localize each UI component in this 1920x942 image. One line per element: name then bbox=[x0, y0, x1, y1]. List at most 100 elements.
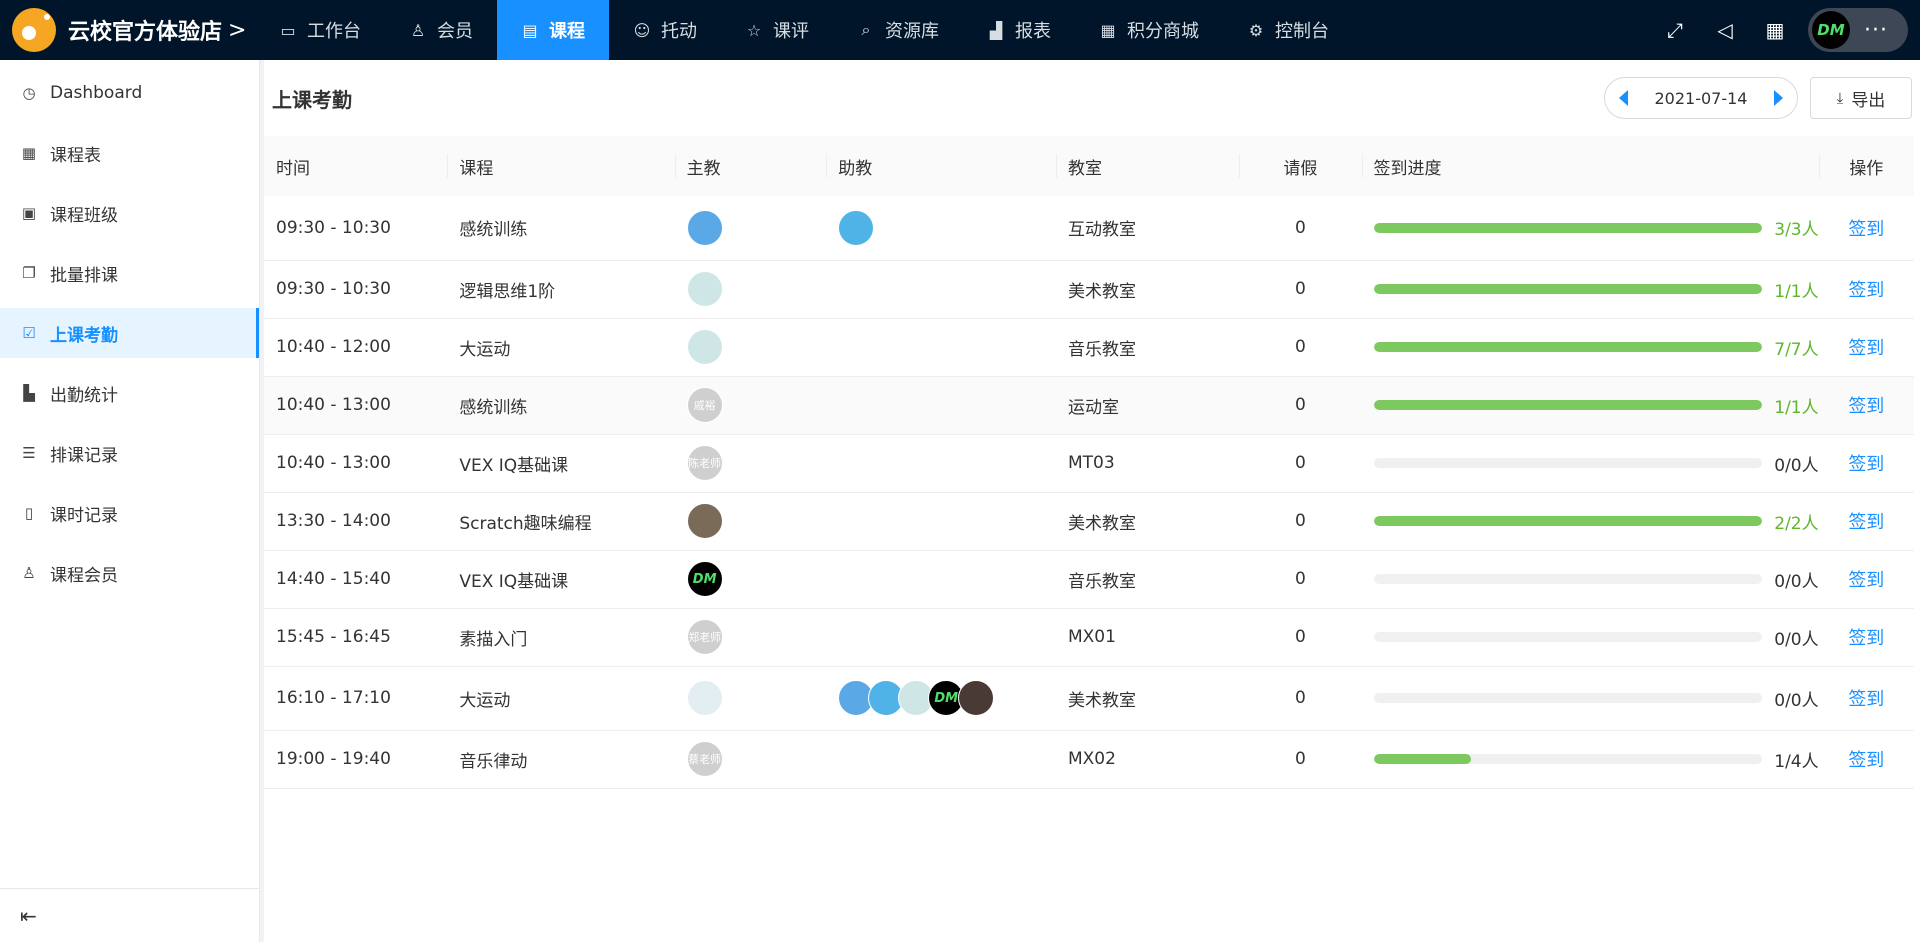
cell-room: MX02 bbox=[1055, 730, 1240, 789]
sidebar-item[interactable]: ▯ 课时记录 bbox=[0, 488, 259, 538]
cell-leave: 0 bbox=[1239, 730, 1362, 789]
user-menu[interactable]: DM ··· bbox=[1808, 8, 1908, 52]
avatar: 陈老师 bbox=[686, 445, 723, 481]
cell-teacher: DM bbox=[674, 550, 827, 609]
checkin-progress: 1/1人 bbox=[1373, 393, 1819, 418]
bar-chart-icon: ▙ bbox=[23, 384, 35, 402]
checkin-progress: 2/2人 bbox=[1373, 509, 1819, 534]
nav-item[interactable]: ▟ 报表 bbox=[963, 0, 1075, 60]
progress-text: 2/2人 bbox=[1774, 513, 1819, 534]
nav-item-label: 报表 bbox=[1015, 21, 1051, 42]
checkin-link[interactable]: 签到 bbox=[1848, 689, 1884, 710]
checkin-link[interactable]: 签到 bbox=[1848, 454, 1884, 475]
sidebar-item[interactable]: ☰ 排课记录 bbox=[0, 428, 259, 478]
checkin-link[interactable]: 签到 bbox=[1848, 512, 1884, 533]
fullscreen-icon[interactable]: ⤢ bbox=[1650, 18, 1700, 42]
cell-op: 签到 bbox=[1818, 550, 1914, 609]
sidebar-item[interactable]: ▦ 课程表 bbox=[0, 128, 259, 178]
sidebar-item[interactable]: ◷ Dashboard bbox=[0, 68, 259, 118]
cell-time: 19:00 - 19:40 bbox=[264, 730, 448, 789]
cell-time: 09:30 - 10:30 bbox=[264, 260, 448, 319]
nav-item[interactable]: ♙ 会员 bbox=[385, 0, 497, 60]
avatar bbox=[686, 680, 723, 716]
date-value[interactable]: 2021-07-14 bbox=[1655, 89, 1748, 108]
nav-item[interactable]: ▦ 积分商城 bbox=[1075, 0, 1223, 60]
checkin-link[interactable]: 签到 bbox=[1848, 628, 1884, 649]
nav-item[interactable]: ▤ 课程 bbox=[497, 0, 609, 60]
qrcode-icon[interactable]: ▦ bbox=[1750, 18, 1800, 42]
cell-teacher: 陈老师 bbox=[674, 434, 827, 493]
nav-item-label: 资源库 bbox=[885, 21, 939, 42]
checkin-progress: 0/0人 bbox=[1373, 567, 1819, 592]
progress-text: 1/1人 bbox=[1774, 397, 1819, 418]
cell-progress: 0/0人 bbox=[1361, 666, 1819, 731]
nav-item[interactable]: ☆ 课评 bbox=[721, 0, 833, 60]
cell-room: 美术教室 bbox=[1055, 260, 1240, 319]
sidebar-item[interactable]: ▣ 课程班级 bbox=[0, 188, 259, 238]
cell-room: 互动教室 bbox=[1055, 196, 1240, 261]
nav-item[interactable]: ▭ 工作台 bbox=[255, 0, 385, 60]
cell-teacher bbox=[674, 318, 827, 377]
avatar bbox=[686, 271, 723, 307]
cell-op: 签到 bbox=[1818, 434, 1914, 493]
cell-assistants bbox=[826, 376, 1056, 435]
prev-day-icon[interactable] bbox=[1619, 90, 1628, 106]
cell-leave: 0 bbox=[1239, 434, 1362, 493]
attendance-table: 时间 课程 主教 助教 教室 请假 签到进度 操作 09:30 - 10:30 感统训练 互动教室… bbox=[264, 136, 1914, 789]
cell-time: 10:40 - 13:00 bbox=[264, 434, 448, 493]
column-header: 时间 bbox=[276, 158, 310, 179]
progress-fill bbox=[1373, 342, 1763, 352]
checkin-progress: 0/0人 bbox=[1373, 625, 1819, 650]
checkin-link[interactable]: 签到 bbox=[1848, 219, 1884, 240]
checkin-link[interactable]: 签到 bbox=[1848, 396, 1884, 417]
progress-bar bbox=[1373, 574, 1763, 584]
column-header: 主教 bbox=[674, 136, 827, 196]
cell-progress: 1/1人 bbox=[1361, 260, 1819, 319]
progress-bar bbox=[1373, 222, 1763, 233]
progress-bar bbox=[1373, 754, 1763, 764]
checkin-link[interactable]: 签到 bbox=[1848, 338, 1884, 359]
column-header: 教室 bbox=[1055, 136, 1239, 196]
nav-item[interactable]: ⌕ 资源库 bbox=[833, 0, 963, 60]
nav-item-label: 工作台 bbox=[307, 21, 361, 42]
dashboard-icon: ◷ bbox=[22, 84, 36, 102]
sidebar-item[interactable]: ▙ 出勤统计 bbox=[0, 368, 259, 418]
sidebar-item[interactable]: ♙ 课程会员 bbox=[0, 548, 259, 598]
avatar: 郑老师 bbox=[686, 619, 723, 655]
sidebar-item[interactable]: ❐ 批量排课 bbox=[0, 248, 259, 298]
cell-teacher: 蔡老师 bbox=[674, 730, 827, 789]
progress-bar bbox=[1373, 632, 1763, 642]
cell-progress: 0/0人 bbox=[1361, 608, 1819, 667]
progress-text: 0/0人 bbox=[1774, 690, 1819, 711]
monitor-icon: ▭ bbox=[280, 20, 296, 40]
brand-switcher[interactable]: 云校官方体验店 > bbox=[0, 0, 255, 60]
next-day-icon[interactable] bbox=[1773, 90, 1783, 106]
cell-time: 14:40 - 15:40 bbox=[264, 550, 448, 609]
announcement-icon[interactable]: ◁ bbox=[1700, 18, 1750, 42]
cell-leave: 0 bbox=[1239, 492, 1362, 551]
export-button[interactable]: ⤓ 导出 bbox=[1810, 77, 1912, 119]
page-header: 上课考勤 2021-07-14 ⤓ 导出 bbox=[264, 60, 1920, 136]
assistant-avatars: DM bbox=[838, 680, 1056, 716]
cell-course: VEX IQ基础课 bbox=[447, 550, 675, 609]
checkin-link[interactable]: 签到 bbox=[1848, 570, 1884, 591]
cell-course: 逻辑思维1阶 bbox=[447, 260, 675, 319]
nav-item[interactable]: ☺ 托动 bbox=[609, 0, 721, 60]
sidebar-item[interactable]: ☑ 上课考勤 bbox=[0, 308, 259, 358]
nav-item-label: 会员 bbox=[437, 21, 473, 42]
collapse-sidebar-icon[interactable]: ⇤ bbox=[0, 888, 259, 942]
cell-room: 运动室 bbox=[1055, 376, 1240, 435]
table-header: 时间 课程 主教 助教 教室 请假 签到进度 操作 bbox=[264, 136, 1914, 196]
nav-item[interactable]: ⚙ 控制台 bbox=[1223, 0, 1353, 60]
checkin-link[interactable]: 签到 bbox=[1848, 280, 1884, 301]
cell-assistants bbox=[826, 260, 1056, 319]
user-icon: ♙ bbox=[410, 20, 426, 40]
table-row: 16:10 - 17:10 大运动 DM 美术教室 0 0/0人 签到 bbox=[264, 666, 1914, 731]
progress-text: 7/7人 bbox=[1774, 339, 1819, 360]
checkin-link[interactable]: 签到 bbox=[1848, 750, 1884, 771]
sidebar-item-label: 课时记录 bbox=[50, 505, 118, 526]
cell-course: 大运动 bbox=[447, 666, 675, 731]
cell-progress: 0/0人 bbox=[1361, 434, 1819, 493]
cell-time: 09:30 - 10:30 bbox=[264, 196, 448, 261]
cell-leave: 0 bbox=[1239, 666, 1362, 731]
